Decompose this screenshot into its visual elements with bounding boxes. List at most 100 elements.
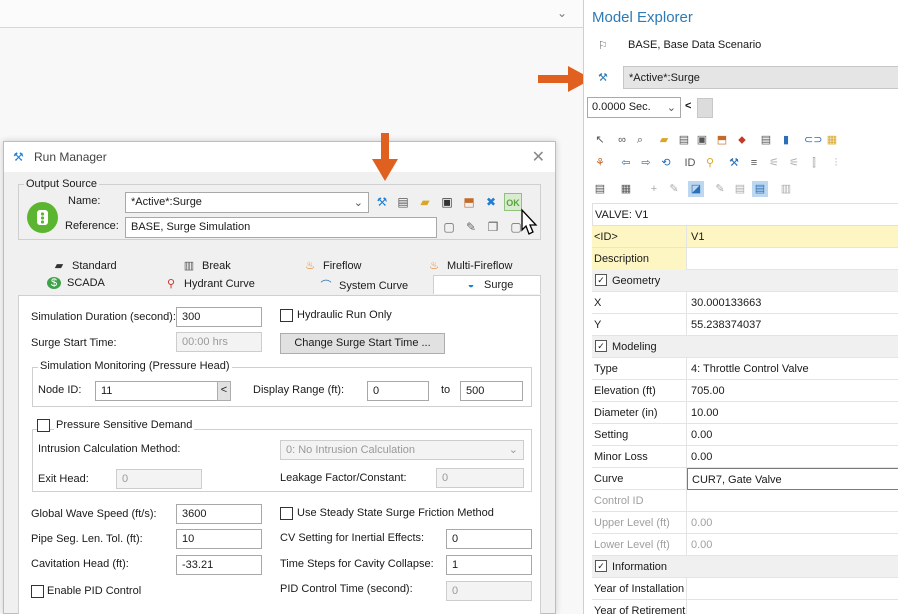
table-icon[interactable]: ▦ xyxy=(618,181,634,197)
zoom-icon[interactable]: ⌕ xyxy=(632,132,648,148)
prop-row-curve[interactable]: Curve CUR7, Gate Valve xyxy=(592,468,898,490)
tab-standard[interactable]: ▰ Standard xyxy=(52,259,117,278)
prop-row-minor-loss[interactable]: Minor Loss 0.00 xyxy=(592,446,898,468)
prop-value[interactable]: 30.000133663 xyxy=(687,292,898,314)
range-to-input[interactable]: 500 xyxy=(460,381,523,401)
tab-scada[interactable]: $ SCADA xyxy=(47,277,105,296)
time-steps-input[interactable]: 1 xyxy=(446,555,532,575)
prop-value[interactable] xyxy=(687,578,898,600)
prop-row-elevation[interactable]: Elevation (ft) 705.00 xyxy=(592,380,898,402)
edit-icon[interactable]: ▦ xyxy=(824,132,840,148)
prop-category-information[interactable]: ✓ Information xyxy=(592,556,898,578)
time-prev-button[interactable]: < xyxy=(685,100,691,112)
column-icon[interactable]: ▥ xyxy=(778,181,794,197)
tab-break[interactable]: ▥ Break xyxy=(182,259,231,278)
prop-row-year-retirement[interactable]: Year of Retirement xyxy=(592,600,898,614)
prop-row-year-installation[interactable]: Year of Installation xyxy=(592,578,898,600)
change-surge-start-button[interactable]: Change Surge Start Time ... xyxy=(280,333,445,354)
scenario-base-row[interactable]: ⚐ BASE, Base Data Scenario xyxy=(584,34,898,58)
node-id-picker-button[interactable]: < xyxy=(217,381,231,401)
close-icon[interactable]: ✕ xyxy=(532,147,545,167)
prop-category-geometry[interactable]: ✓ Geometry xyxy=(592,270,898,292)
graph-icon[interactable]: ▮ xyxy=(778,132,794,148)
wave-speed-input[interactable]: 3600 xyxy=(176,504,262,524)
range-from-input[interactable]: 0 xyxy=(367,381,429,401)
tab-hydrant-curve[interactable]: ⚲ Hydrant Curve xyxy=(164,277,255,296)
tool-a-icon[interactable]: ⚟ xyxy=(766,155,782,171)
prop-value[interactable] xyxy=(687,600,898,614)
node-id-input[interactable]: 11 xyxy=(95,381,219,401)
find-icon[interactable]: ∞ xyxy=(614,132,630,148)
tab-system-curve[interactable]: ⌒ System Curve xyxy=(319,277,409,296)
tools-icon[interactable]: ⚘ xyxy=(592,155,608,171)
cavitation-input[interactable]: -33.21 xyxy=(176,555,262,575)
history-icon[interactable]: ⟲ xyxy=(658,155,674,171)
tab-surge[interactable]: ◒ Surge xyxy=(433,275,541,294)
copy-reference-icon[interactable]: ❐ xyxy=(484,218,502,236)
compute-icon[interactable]: ⚒ xyxy=(373,193,391,211)
active-scenario-field[interactable]: *Active*:Surge xyxy=(623,66,898,89)
active-tool-icon[interactable]: ◪ xyxy=(688,181,704,197)
tool-d-icon[interactable]: ⫶ xyxy=(828,155,844,171)
prop-value[interactable]: 705.00 xyxy=(687,380,898,402)
prop-value[interactable]: 10.00 xyxy=(687,402,898,424)
tool-b-icon[interactable]: ⚟ xyxy=(786,155,802,171)
prop-value[interactable]: 0.00 xyxy=(687,446,898,468)
prop-row-x[interactable]: X 30.000133663 xyxy=(592,292,898,314)
edit-reference-icon[interactable]: ✎ xyxy=(462,218,480,236)
prop-row-diameter[interactable]: Diameter (in) 10.00 xyxy=(592,402,898,424)
chevron-down-icon[interactable]: ⌄ xyxy=(557,6,567,20)
psd-checkbox[interactable] xyxy=(37,419,50,432)
report-icon[interactable]: ▤ xyxy=(758,132,774,148)
arrow-right-icon[interactable]: ⇨ xyxy=(638,155,654,171)
tab-fireflow[interactable]: ♨ Fireflow xyxy=(303,259,361,278)
hydrant-icon[interactable]: ⚲ xyxy=(702,155,718,171)
eraser-icon[interactable]: ⬥ xyxy=(734,132,750,148)
prop-value[interactable]: CUR7, Gate Valve xyxy=(687,468,898,490)
prop-row-id[interactable]: <ID> V1 xyxy=(592,226,898,248)
time-step-dropdown[interactable]: 0.0000 Sec. ⌄ xyxy=(587,97,681,118)
copy-icon[interactable]: ⬒ xyxy=(714,132,730,148)
add-icon[interactable]: + xyxy=(646,181,662,197)
prop-row-description[interactable]: Description xyxy=(592,248,898,270)
export-icon[interactable]: ⬒ xyxy=(460,193,478,211)
time-slider[interactable] xyxy=(697,98,713,118)
sim-duration-input[interactable]: 300 xyxy=(176,307,262,327)
paint-icon[interactable]: ✎ xyxy=(666,181,682,197)
prop-row-type[interactable]: Type 4: Throttle Control Valve xyxy=(592,358,898,380)
layers-active-icon[interactable]: ▤ xyxy=(752,181,768,197)
arrow-left-icon[interactable]: ⇦ xyxy=(618,155,634,171)
delete-results-icon[interactable]: ✖ xyxy=(482,193,500,211)
pipe-seg-input[interactable]: 10 xyxy=(176,529,262,549)
prop-row-y[interactable]: Y 55.238374037 xyxy=(592,314,898,336)
link-icon[interactable]: ⊂⊃ xyxy=(804,132,822,148)
view-icon[interactable]: ▤ xyxy=(592,181,608,197)
name-dropdown[interactable]: *Active*:Surge ⌄ xyxy=(125,192,369,213)
prop-category-modeling[interactable]: ✓ Modeling xyxy=(592,336,898,358)
steady-friction-checkbox[interactable] xyxy=(280,507,293,520)
scenario-active-row[interactable]: ⚒ *Active*:Surge xyxy=(584,66,898,90)
prop-value[interactable] xyxy=(687,248,898,270)
tool-c-icon[interactable]: ⫿ xyxy=(806,155,822,171)
select-icon[interactable]: ↖ xyxy=(592,132,608,148)
save-icon[interactable]: ▣ xyxy=(694,132,710,148)
save-icon[interactable]: ▣ xyxy=(438,193,456,211)
prop-value[interactable]: 55.238374037 xyxy=(687,314,898,336)
cv-setting-input[interactable]: 0 xyxy=(446,529,532,549)
valve-icon[interactable]: ⚒ xyxy=(726,155,742,171)
layers-icon[interactable]: ▤ xyxy=(732,181,748,197)
prop-value[interactable]: 0.00 xyxy=(687,424,898,446)
prop-value[interactable]: V1 xyxy=(687,226,898,248)
save-as-icon[interactable]: ▤ xyxy=(676,132,692,148)
prop-value[interactable]: 4: Throttle Control Valve xyxy=(687,358,898,380)
new-reference-icon[interactable]: ▢ xyxy=(440,218,458,236)
folder-open-icon[interactable]: ▰ xyxy=(416,193,434,211)
report-icon[interactable]: ▤ xyxy=(394,193,412,211)
reference-field[interactable]: BASE, Surge Simulation xyxy=(125,217,437,238)
edit-b-icon[interactable]: ✎ xyxy=(712,181,728,197)
prop-row-setting[interactable]: Setting 0.00 xyxy=(592,424,898,446)
filter-icon[interactable]: ≡ xyxy=(746,155,762,171)
hydraulic-only-checkbox[interactable] xyxy=(280,309,293,322)
pid-checkbox[interactable] xyxy=(31,585,44,598)
folder-open-icon[interactable]: ▰ xyxy=(656,132,672,148)
